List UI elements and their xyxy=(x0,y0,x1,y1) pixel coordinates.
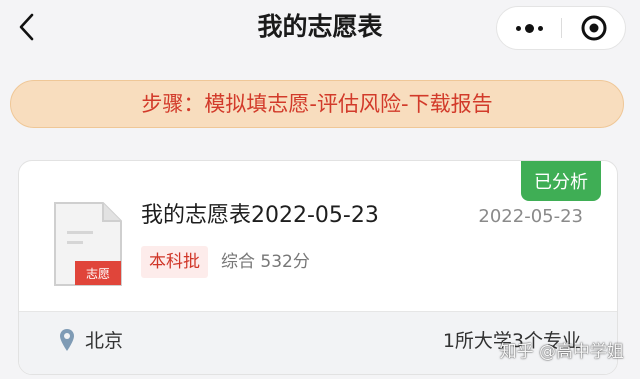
document-icon-label: 志愿 xyxy=(86,267,110,281)
target-close-icon xyxy=(581,15,607,41)
more-dots-icon xyxy=(515,23,543,33)
location-pin-icon xyxy=(60,329,74,351)
steps-banner[interactable]: 步骤：模拟填志愿-评估风险-下载报告 xyxy=(10,80,624,128)
nav-header: 我的志愿表 xyxy=(0,0,640,62)
location-text: 北京 xyxy=(85,330,124,352)
batch-tag: 本科批 xyxy=(141,246,208,278)
close-button[interactable] xyxy=(562,7,626,49)
watermark: 知乎 @高中学姐 xyxy=(499,342,624,362)
steps-text: 步骤：模拟填志愿-评估风险-下载报告 xyxy=(141,92,493,116)
plan-date: 2022-05-23 xyxy=(478,206,583,227)
status-badge: 已分析 xyxy=(521,161,601,201)
plan-title: 我的志愿表2022-05-23 xyxy=(141,203,379,228)
more-button[interactable] xyxy=(497,7,561,49)
document-icon: 志愿 xyxy=(54,202,122,286)
app-page: 我的志愿表 步骤：模拟填志愿-评估风险-下载报告 已分析 志愿 我的志愿表202… xyxy=(0,0,640,379)
mini-program-capsule xyxy=(496,6,626,50)
score-text: 综合 532分 xyxy=(221,252,310,272)
